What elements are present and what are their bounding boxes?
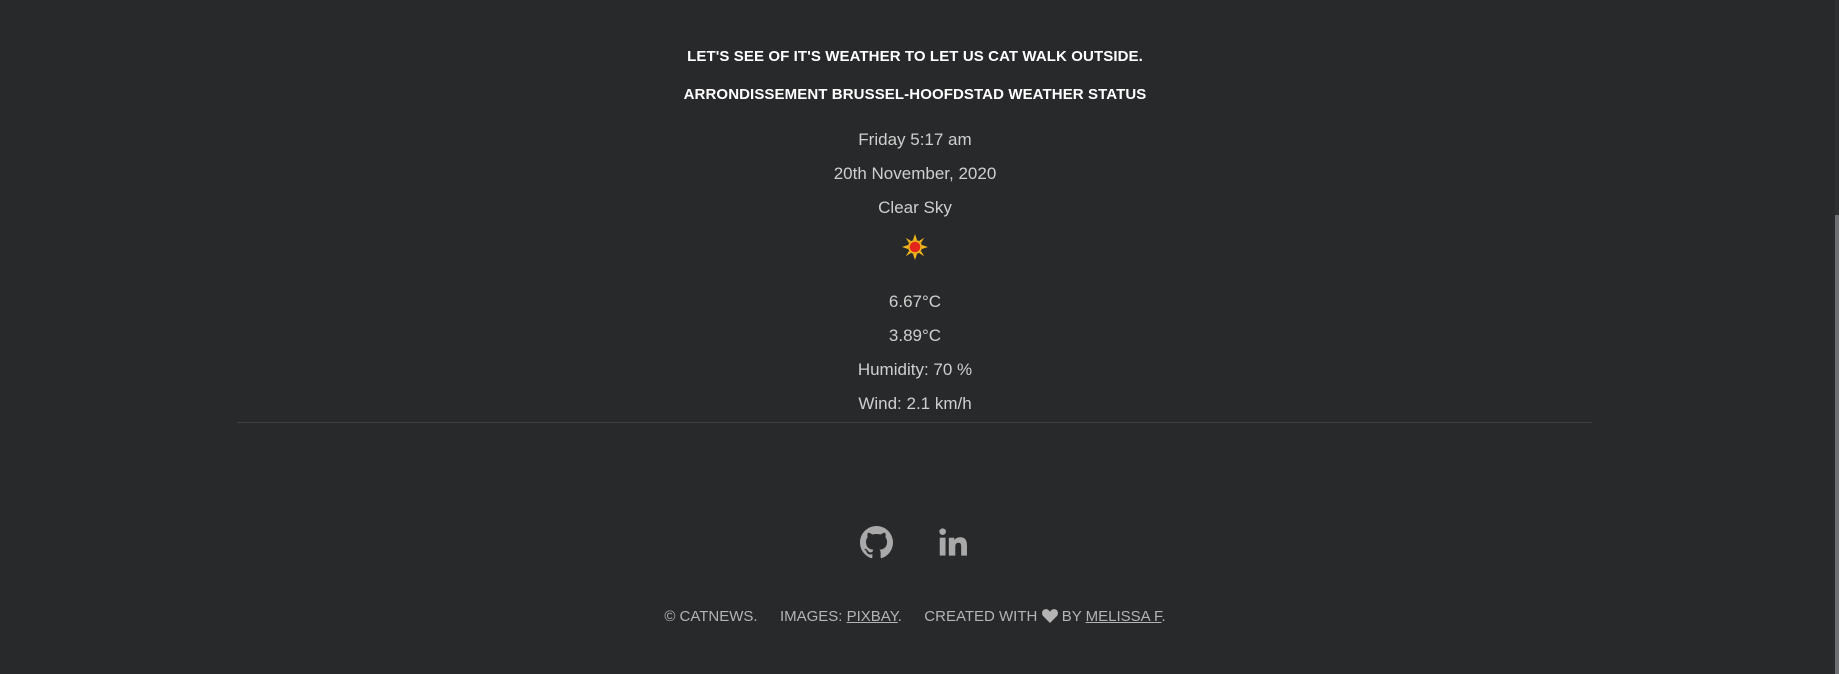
heart-icon — [1041, 609, 1058, 623]
footer: © CATNEWS. IMAGES: PIXBAY. CREATED WITH … — [0, 608, 1830, 625]
linkedin-icon — [939, 528, 967, 556]
linkedin-link[interactable] — [937, 526, 970, 559]
weather-temperature: 6.67°C — [888, 292, 942, 311]
created-with-text: CREATED WITH — [924, 608, 1038, 625]
weather-wind: Wind: 2.1 km/h — [858, 394, 972, 413]
pixbay-link[interactable]: PIXBAY — [847, 608, 898, 625]
period: . — [1161, 608, 1166, 625]
scrollbar-thumb[interactable] — [1835, 215, 1839, 674]
weather-day-time: Friday 5:17 am — [858, 130, 972, 149]
weather-tagline: LET'S SEE OF IT'S WEATHER TO LET US CAT … — [687, 48, 1143, 65]
weather-condition: Clear Sky — [878, 198, 952, 217]
github-icon — [860, 526, 893, 559]
github-link[interactable] — [860, 526, 893, 559]
social-links — [0, 526, 1830, 559]
weather-humidity: Humidity: 70 % — [857, 360, 973, 379]
location-title: ARRONDISSEMENT BRUSSEL-HOOFDSTAD WEATHER… — [683, 86, 1147, 103]
scrollbar-track[interactable] — [1835, 0, 1839, 674]
author-link[interactable]: MELISSA F — [1086, 608, 1162, 625]
weather-date: 20th November, 2020 — [833, 164, 997, 183]
page: LET'S SEE OF IT'S WEATHER TO LET US CAT … — [0, 0, 1839, 674]
period: . — [897, 608, 902, 625]
section-divider — [237, 422, 1592, 423]
sun-icon — [902, 234, 928, 260]
by-text: BY — [1061, 608, 1082, 625]
copyright-text: © CATNEWS. — [664, 608, 758, 625]
weather-feels-like: 3.89°C — [888, 326, 942, 345]
images-credit-label: IMAGES: — [779, 608, 843, 625]
weather-icon-wrap — [0, 234, 1830, 264]
